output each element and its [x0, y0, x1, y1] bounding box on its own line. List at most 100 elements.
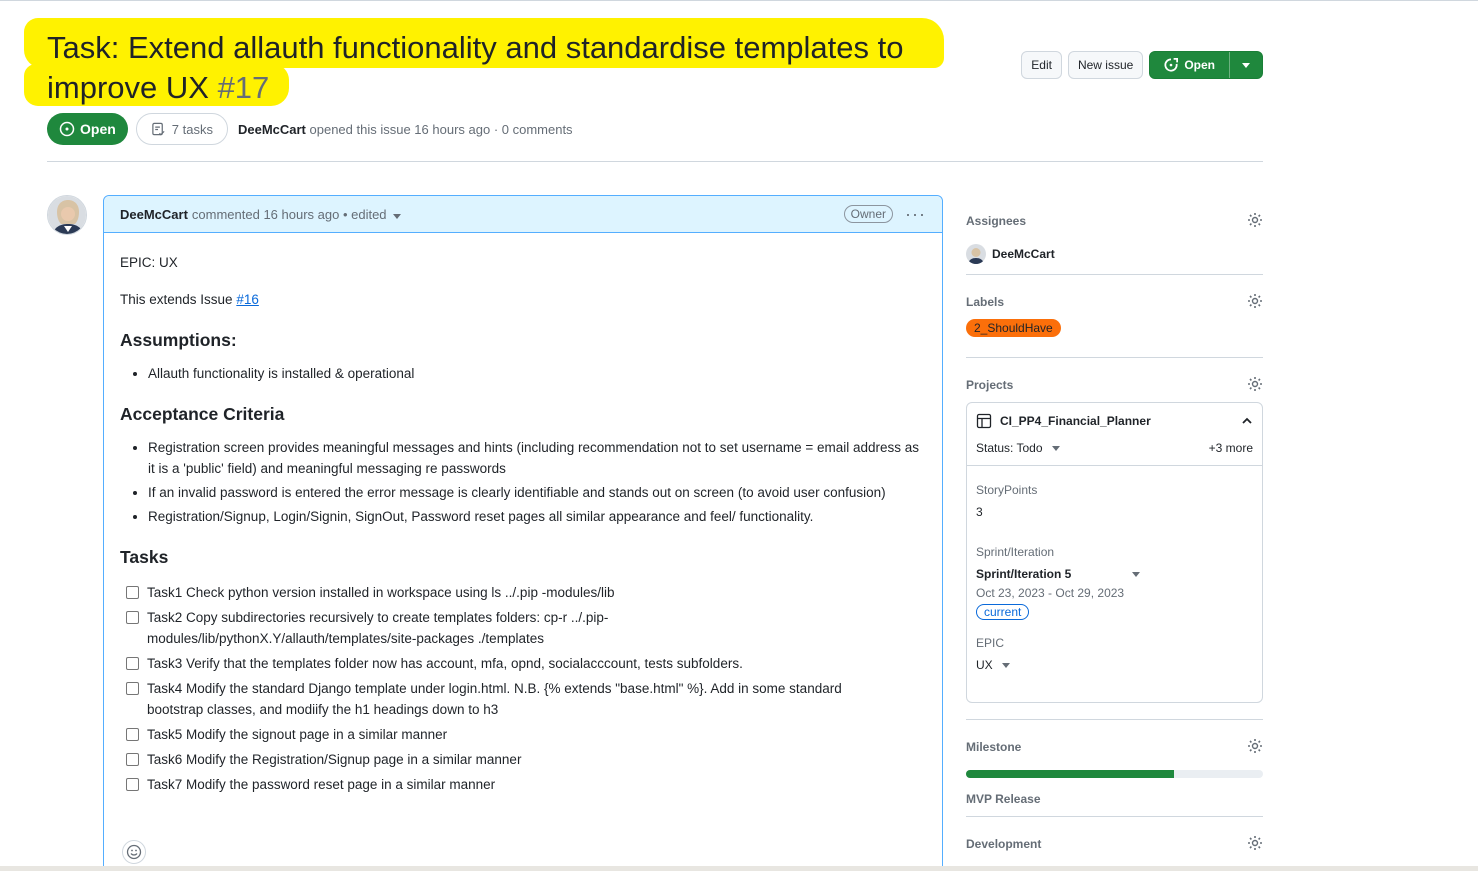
task-checkbox[interactable]	[126, 586, 139, 599]
epic-label: EPIC	[976, 636, 1005, 650]
kebab-menu-icon[interactable]: ···	[905, 204, 926, 225]
comment-body: EPIC: UX This extends Issue #16 Assumpti…	[104, 233, 942, 814]
task-checkbox[interactable]	[126, 657, 139, 670]
gear-icon[interactable]	[1247, 835, 1263, 851]
task-text: Task4 Modify the standard Django templat…	[147, 681, 842, 717]
status-label: Open	[80, 121, 116, 137]
epic-value: UX	[976, 658, 993, 672]
extends-line: This extends Issue #16	[120, 289, 926, 310]
issue-title-text: Task: Extend allauth functionality and s…	[47, 30, 904, 105]
table-icon	[976, 413, 992, 429]
list-item: Registration/Signup, Login/Signin, SignO…	[148, 506, 926, 527]
add-reaction-button[interactable]	[122, 840, 146, 864]
triangle-down-icon	[1001, 663, 1010, 668]
top-border	[0, 0, 1478, 1]
gear-icon[interactable]	[1247, 738, 1263, 754]
epic-line: EPIC: UX	[120, 255, 178, 270]
sprint-row[interactable]: Sprint/Iteration 5	[976, 567, 1141, 581]
card-divider	[967, 465, 1262, 466]
opened-by-text: DeeMcCart opened this issue 16 hours ago…	[238, 122, 573, 137]
gear-icon[interactable]	[1247, 212, 1263, 228]
epic-select[interactable]: UX	[976, 658, 1253, 672]
assignee-name: DeeMcCart	[992, 247, 1055, 261]
author-link[interactable]: DeeMcCart	[238, 122, 306, 137]
issue-meta: Open 7 tasks DeeMcCart opened this issue…	[47, 113, 573, 145]
checklist-icon	[152, 122, 165, 136]
task-item: Task3 Verify that the templates folder n…	[120, 653, 926, 674]
issue-number: #17	[217, 70, 270, 105]
task-text: Task2 Copy subdirectories recursively to…	[147, 610, 609, 646]
more-fields-link[interactable]: +3 more	[1209, 441, 1253, 455]
task-checkbox[interactable]	[126, 753, 139, 766]
new-issue-button[interactable]: New issue	[1067, 51, 1144, 79]
task-checkbox[interactable]	[126, 778, 139, 791]
assignees-section: Assignees DeeMcCart	[966, 200, 1263, 275]
milestone-progress-bar	[966, 770, 1263, 778]
sprint-label: Sprint/Iteration	[976, 545, 1055, 559]
projects-section: Projects CI_PP4_Financial_Planner Status…	[966, 358, 1263, 720]
triangle-down-icon[interactable]	[392, 211, 402, 221]
task-text: Task5 Modify the signout page in a simil…	[147, 727, 448, 742]
task-item: Task5 Modify the signout page in a simil…	[120, 724, 926, 745]
criteria-list: Registration screen provides meaningful …	[120, 437, 926, 527]
storypoints-label: StoryPoints	[976, 483, 1038, 497]
current-badge: current	[976, 604, 1030, 620]
task-checkbox[interactable]	[126, 611, 139, 624]
task-item: Task7 Modify the password reset page in …	[120, 774, 926, 795]
task-checkbox[interactable]	[126, 682, 139, 695]
reopen-button[interactable]: Open	[1150, 52, 1230, 78]
edit-button[interactable]: Edit	[1021, 51, 1062, 79]
project-row[interactable]: CI_PP4_Financial_Planner	[976, 413, 1253, 429]
tasks-heading: Tasks	[120, 547, 169, 567]
triangle-down-icon	[1132, 572, 1140, 577]
smiley-icon	[126, 844, 142, 860]
project-card: CI_PP4_Financial_Planner Status: Todo +3…	[966, 402, 1263, 703]
project-status[interactable]: Status: Todo	[976, 441, 1043, 455]
avatar[interactable]	[47, 195, 87, 235]
status-row: Status: Todo +3 more	[976, 441, 1253, 455]
issue-body-comment: DeeMcCart commented 16 hours ago • edite…	[103, 195, 943, 871]
header-divider	[47, 161, 1263, 162]
issue-link[interactable]: #16	[236, 292, 259, 307]
issue-sidebar: Assignees DeeMcCart Labels 2_ShouldHave …	[966, 200, 1263, 871]
task-list: Task1 Check python version installed in …	[120, 582, 926, 795]
milestone-section: Milestone MVP Release	[966, 720, 1263, 817]
assignees-title[interactable]: Assignees	[966, 214, 1263, 228]
criteria-heading: Acceptance Criteria	[120, 404, 285, 424]
triangle-down-icon	[1242, 63, 1250, 68]
label-badge[interactable]: 2_ShouldHave	[966, 319, 1061, 337]
task-text: Task6 Modify the Registration/Signup pag…	[147, 752, 522, 767]
assignee-item[interactable]: DeeMcCart	[966, 244, 1263, 264]
comment-author[interactable]: DeeMcCart	[120, 207, 188, 222]
task-text: Task7 Modify the password reset page in …	[147, 777, 496, 792]
progress-fill	[966, 770, 1174, 778]
tasks-progress-button[interactable]: 7 tasks	[135, 113, 228, 145]
sprint-dates: Oct 23, 2023 - Oct 29, 2023	[976, 586, 1125, 600]
triangle-down-icon[interactable]	[1051, 443, 1061, 453]
avatar	[966, 244, 986, 264]
issue-title-block: Task: Extend allauth functionality and s…	[24, 16, 944, 108]
chevron-up-icon[interactable]	[1241, 415, 1253, 427]
header-actions: Edit New issue Open	[1021, 51, 1263, 79]
assumptions-list: Allauth functionality is installed & ope…	[120, 363, 926, 384]
milestone-title[interactable]: Milestone	[966, 740, 1263, 754]
labels-section: Labels 2_ShouldHave	[966, 275, 1263, 358]
projects-title[interactable]: Projects	[966, 378, 1263, 392]
project-name: CI_PP4_Financial_Planner	[1000, 414, 1151, 428]
user-avatar-image	[48, 196, 86, 234]
comment-meta: commented 16 hours ago • edited	[191, 206, 387, 222]
task-item: Task4 Modify the standard Django templat…	[120, 678, 926, 720]
issue-open-icon	[59, 121, 75, 137]
gear-icon[interactable]	[1247, 376, 1263, 392]
labels-title[interactable]: Labels	[966, 295, 1263, 309]
open-dropdown-toggle[interactable]	[1230, 52, 1262, 78]
list-item: Allauth functionality is installed & ope…	[148, 363, 926, 384]
status-badge: Open	[47, 113, 128, 145]
gear-icon[interactable]	[1247, 293, 1263, 309]
development-title[interactable]: Development	[966, 837, 1263, 851]
owner-badge: Owner	[843, 205, 894, 223]
storypoints-value[interactable]: 3	[976, 505, 1253, 519]
task-checkbox[interactable]	[126, 728, 139, 741]
milestone-name[interactable]: MVP Release	[966, 792, 1263, 806]
extends-text: This extends Issue	[120, 292, 233, 307]
